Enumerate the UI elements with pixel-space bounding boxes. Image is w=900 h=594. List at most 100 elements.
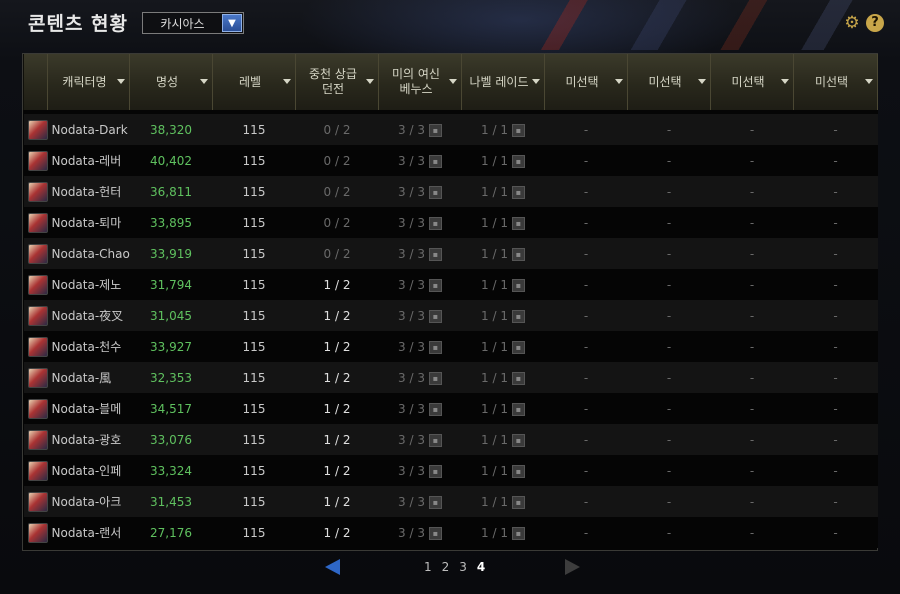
prev-page-arrow-icon[interactable] (325, 559, 340, 575)
character-name: Nodata-헌터 (51, 185, 122, 199)
character-name-wrap: Nodata-천수 (24, 336, 130, 357)
unselected-cell: - (710, 300, 794, 331)
column-header-unselected-4[interactable]: 미선택 (793, 54, 878, 110)
sort-arrow-icon (283, 79, 291, 84)
unselected-cell: - (544, 269, 628, 300)
page-number-1[interactable]: 1 (424, 560, 432, 574)
nabel-count-cell: 1 / 1 ▪ (461, 207, 545, 238)
lock-icon: ▪ (511, 247, 525, 261)
unselected-cell: - (710, 114, 794, 145)
nabel-count-cell: 1 / 1 ▪ (461, 362, 545, 393)
unselected-cell: - (793, 455, 878, 486)
nabel-count-cell: 1 / 1 ▪ (461, 269, 545, 300)
character-name-cell: Nodata-랜서 (23, 517, 130, 548)
server-select[interactable]: 카시아스 ▼ (142, 12, 244, 34)
avatar (27, 150, 48, 171)
table-row[interactable]: Nodata-Chaos 33,919 115 0 / 23 / 3 ▪ 1 / 1 ▪ - -… (23, 238, 878, 269)
venus-count: 3 / 3 (398, 184, 425, 199)
table-row[interactable]: Nodata-夜叉 31,045 115 1 / 23 / 3 ▪ 1 / 1 ▪ - - - - (23, 300, 878, 331)
fame-cell: 32,353 (129, 362, 213, 393)
table-row[interactable]: Nodata-제노 31,794 115 1 / 23 / 3 ▪ 1 / 1 ▪ - - - - (23, 269, 878, 300)
unselected-cell: - (544, 176, 628, 207)
column-header-label: 중천 상급 던전 (309, 67, 357, 96)
column-header-unselected-1[interactable]: 미선택 (544, 54, 628, 110)
fame-cell: 38,320 (129, 114, 213, 145)
unselected-cell: - (627, 269, 711, 300)
level-cell: 115 (212, 362, 296, 393)
lock-icon: ▪ (511, 216, 525, 230)
unselected-cell: - (544, 114, 628, 145)
table-row[interactable]: Nodata-인페 33,324 115 1 / 23 / 3 ▪ 1 / 1 ▪ - - - - (23, 455, 878, 486)
lock-icon: ▪ (511, 433, 525, 447)
next-page-arrow-icon[interactable] (565, 559, 580, 575)
nabel-count-cell: 1 / 1 ▪ (461, 145, 545, 176)
header: 콘텐츠 현황 카시아스 ▼ ⚙ ? (0, 0, 900, 46)
dungeon-count-cell: 0 / 2 (295, 145, 379, 176)
venus-count: 3 / 3 (398, 463, 425, 478)
table-row[interactable]: Nodata-광호 33,076 115 1 / 23 / 3 ▪ 1 / 1 ▪ - - - - (23, 424, 878, 455)
lock-icon: ▪ (511, 154, 525, 168)
table-row[interactable]: Nodata-천수 33,927 115 1 / 23 / 3 ▪ 1 / 1 ▪ - - - - (23, 331, 878, 362)
avatar (27, 367, 48, 388)
nabel-count-cell: 1 / 1 ▪ (461, 114, 545, 145)
column-header-character-name[interactable]: 캐릭터명 (47, 54, 130, 110)
venus-count: 3 / 3 (398, 153, 425, 168)
character-name-wrap: Nodata-Dark (24, 119, 130, 140)
nabel-count: 1 / 1 (481, 184, 508, 199)
unselected-cell: - (793, 207, 878, 238)
avatar (27, 491, 48, 512)
character-name: Nodata-風 (51, 371, 112, 385)
unselected-cell: - (627, 207, 711, 238)
venus-count-cell: 3 / 3 ▪ (378, 362, 462, 393)
unselected-cell: - (710, 331, 794, 362)
nabel-count: 1 / 1 (481, 494, 508, 509)
column-header-unselected-3[interactable]: 미선택 (710, 54, 794, 110)
column-header-venus[interactable]: 미의 여신 베누스 (378, 54, 462, 110)
lock-icon: ▪ (428, 278, 442, 292)
column-header-fame[interactable]: 명성 (129, 54, 213, 110)
unselected-cell: - (793, 393, 878, 424)
help-icon[interactable]: ? (866, 14, 884, 32)
table-row[interactable]: Nodata-레버 40,402 115 0 / 23 / 3 ▪ 1 / 1 ▪ - - - - (23, 145, 878, 176)
nabel-count: 1 / 1 (481, 246, 508, 261)
character-name-cell: Nodata-Chaos (23, 238, 130, 269)
page-number-2[interactable]: 2 (442, 560, 450, 574)
column-header-dungeon[interactable]: 중천 상급 던전 (295, 54, 379, 110)
venus-count: 3 / 3 (398, 370, 425, 385)
column-header-level[interactable]: 레벨 (212, 54, 296, 110)
level-cell: 115 (212, 486, 296, 517)
character-name: Nodata-레버 (51, 154, 122, 168)
nabel-count-cell: 1 / 1 ▪ (461, 517, 545, 548)
character-name: Nodata-Dark (51, 122, 128, 137)
character-name: Nodata-Chaos (51, 246, 130, 261)
nabel-count-cell: 1 / 1 ▪ (461, 393, 545, 424)
fame-cell: 31,045 (129, 300, 213, 331)
page-number-4[interactable]: 4 (477, 560, 485, 574)
page-number-3[interactable]: 3 (459, 560, 467, 574)
column-header-unselected-2[interactable]: 미선택 (627, 54, 711, 110)
table-row[interactable]: Nodata-風 32,353 115 1 / 23 / 3 ▪ 1 / 1 ▪ - - - - (23, 362, 878, 393)
character-name-cell: Nodata-헌터 (23, 176, 130, 207)
nabel-count-cell: 1 / 1 ▪ (461, 300, 545, 331)
unselected-cell: - (793, 114, 878, 145)
chevron-down-icon[interactable]: ▼ (222, 14, 242, 32)
table-row[interactable]: Nodata-퇴마 33,895 115 0 / 23 / 3 ▪ 1 / 1 ▪ - - - - (23, 207, 878, 238)
character-name: Nodata-인페 (51, 464, 122, 478)
level-cell: 115 (212, 300, 296, 331)
table-row[interactable]: Nodata-Dark 38,320 115 0 / 23 / 3 ▪ 1 / 1 ▪ - - -… (23, 114, 878, 145)
character-name-wrap: Nodata-제노 (24, 274, 130, 295)
table-row[interactable]: Nodata-블메 34,517 115 1 / 23 / 3 ▪ 1 / 1 ▪ - - - - (23, 393, 878, 424)
venus-count-cell: 3 / 3 ▪ (378, 486, 462, 517)
sort-arrow-icon (200, 79, 208, 84)
venus-count: 3 / 3 (398, 525, 425, 540)
unselected-cell: - (627, 238, 711, 269)
table-row[interactable]: Nodata-랜서 27,176 115 1 / 23 / 3 ▪ 1 / 1 ▪ - - - - (23, 517, 878, 548)
gear-icon[interactable]: ⚙ (843, 14, 861, 32)
level-cell: 115 (212, 114, 296, 145)
venus-count-cell: 3 / 3 ▪ (378, 114, 462, 145)
venus-count: 3 / 3 (398, 277, 425, 292)
table-row[interactable]: Nodata-아크 31,453 115 1 / 23 / 3 ▪ 1 / 1 ▪ - - - - (23, 486, 878, 517)
lock-icon: ▪ (428, 464, 442, 478)
column-header-nabel-raid[interactable]: 나벨 레이드 (461, 54, 545, 110)
table-row[interactable]: Nodata-헌터 36,811 115 0 / 23 / 3 ▪ 1 / 1 ▪ - - - - (23, 176, 878, 207)
